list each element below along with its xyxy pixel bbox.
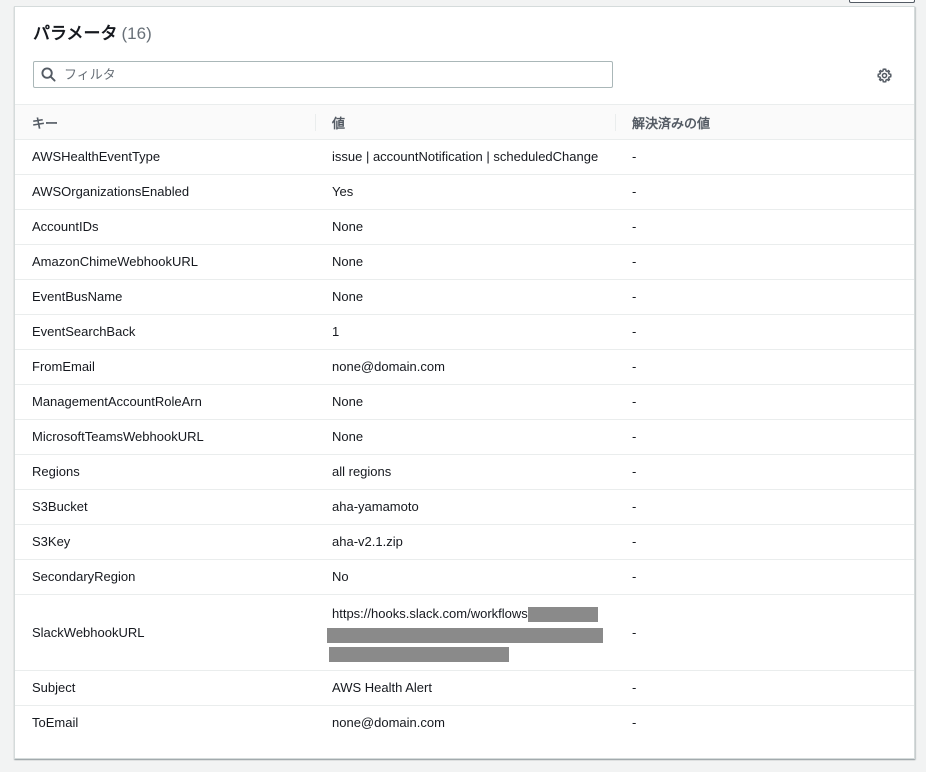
row-value: 1 (315, 314, 615, 350)
search-icon (41, 67, 56, 82)
row-key: SecondaryRegion (15, 559, 315, 595)
row-value: No (315, 559, 615, 595)
row-key: AWSOrganizationsEnabled (15, 174, 315, 210)
url-prefix: https://hooks.slack.com/workflows (332, 605, 528, 621)
table-row: Regions all regions - (15, 454, 914, 490)
column-header-resolved[interactable]: 解決済みの値 (615, 104, 914, 140)
row-resolved: - (615, 524, 914, 560)
row-resolved: - (615, 594, 914, 671)
panel-title: パラメータ (16) (33, 23, 152, 45)
row-key: Subject (15, 670, 315, 706)
redacted-url: https://hooks.slack.com/workflows (327, 604, 615, 662)
table-header-row: キー 値 解決済みの値 (15, 104, 914, 140)
row-value: aha-yamamoto (315, 489, 615, 525)
table-row: ManagementAccountRoleArn None - (15, 384, 914, 420)
parameters-table: キー 値 解決済みの値 AWSHealthEventType issue | a… (15, 104, 914, 741)
row-value: issue | accountNotification | scheduledC… (315, 139, 615, 175)
row-resolved: - (615, 419, 914, 455)
table-row: S3Key aha-v2.1.zip - (15, 524, 914, 560)
table-row: AWSOrganizationsEnabled Yes - (15, 174, 914, 210)
row-key: S3Key (15, 524, 315, 560)
row-value: None (315, 384, 615, 420)
row-value: None (315, 419, 615, 455)
table-row: MicrosoftTeamsWebhookURL None - (15, 419, 914, 455)
row-key: ToEmail (32, 715, 79, 731)
table-row: EventSearchBack 1 - (15, 314, 914, 350)
row-value: None (315, 279, 615, 315)
panel-title-text: パラメータ (33, 24, 118, 43)
row-key: MicrosoftTeamsWebhookURL (15, 419, 315, 455)
column-header-value[interactable]: 値 (315, 104, 615, 140)
row-value: none@domain.com (332, 715, 445, 731)
table-row: AmazonChimeWebhookURL None - (15, 244, 914, 280)
row-key: AWSHealthEventType (15, 139, 315, 175)
row-resolved: - (615, 489, 914, 525)
redaction-bar (329, 646, 509, 662)
row-resolved: - (615, 384, 914, 420)
row-value: None (315, 244, 615, 280)
column-header-key[interactable]: キー (15, 104, 315, 140)
parameters-panel: パラメータ (16) フィルタ キー 値 解決済みの値 AWSHealthEve… (14, 6, 915, 759)
row-value: None (315, 209, 615, 245)
row-resolved: - (615, 174, 914, 210)
row-resolved: - (615, 209, 914, 245)
row-key: AccountIDs (15, 209, 315, 245)
row-resolved: - (615, 279, 914, 315)
table-row: Subject AWS Health Alert - (15, 670, 914, 706)
filter-placeholder: フィルタ (64, 67, 116, 82)
row-value: none@domain.com (315, 349, 615, 385)
row-key: S3Bucket (15, 489, 315, 525)
row-key: AmazonChimeWebhookURL (15, 244, 315, 280)
table-row: FromEmail none@domain.com - (15, 349, 914, 385)
row-key: EventSearchBack (15, 314, 315, 350)
row-key: FromEmail (15, 349, 315, 385)
row-resolved: - (632, 715, 637, 731)
row-key: SlackWebhookURL (15, 594, 315, 671)
row-value: https://hooks.slack.com/workflows (315, 594, 615, 671)
row-resolved: - (615, 244, 914, 280)
table-row: AccountIDs None - (15, 209, 914, 245)
row-value: Yes (315, 174, 615, 210)
table-row: AWSHealthEventType issue | accountNotifi… (15, 139, 914, 175)
table-row: ToEmail none@domain.com - (15, 706, 914, 741)
row-resolved: - (615, 349, 914, 385)
table-row: S3Bucket aha-yamamoto - (15, 489, 914, 525)
row-key: ManagementAccountRoleArn (15, 384, 315, 420)
parameter-count: (16) (121, 24, 152, 43)
row-resolved: - (615, 559, 914, 595)
row-value: AWS Health Alert (315, 670, 615, 706)
row-key: EventBusName (15, 279, 315, 315)
row-value: all regions (315, 454, 615, 490)
row-resolved: - (615, 139, 914, 175)
table-row: SecondaryRegion No - (15, 559, 914, 595)
filter-input[interactable]: フィルタ (33, 61, 613, 88)
row-resolved: - (615, 314, 914, 350)
table-row: EventBusName None - (15, 279, 914, 315)
row-key: Regions (15, 454, 315, 490)
redaction-bar (327, 627, 603, 643)
row-resolved: - (615, 670, 914, 706)
row-resolved: - (615, 454, 914, 490)
gear-icon[interactable] (877, 68, 892, 83)
row-value: aha-v2.1.zip (315, 524, 615, 560)
table-row: SlackWebhookURL https://hooks.slack.com/… (15, 594, 914, 671)
top-partial-button[interactable] (849, 0, 915, 3)
redaction-bar (527, 606, 598, 622)
